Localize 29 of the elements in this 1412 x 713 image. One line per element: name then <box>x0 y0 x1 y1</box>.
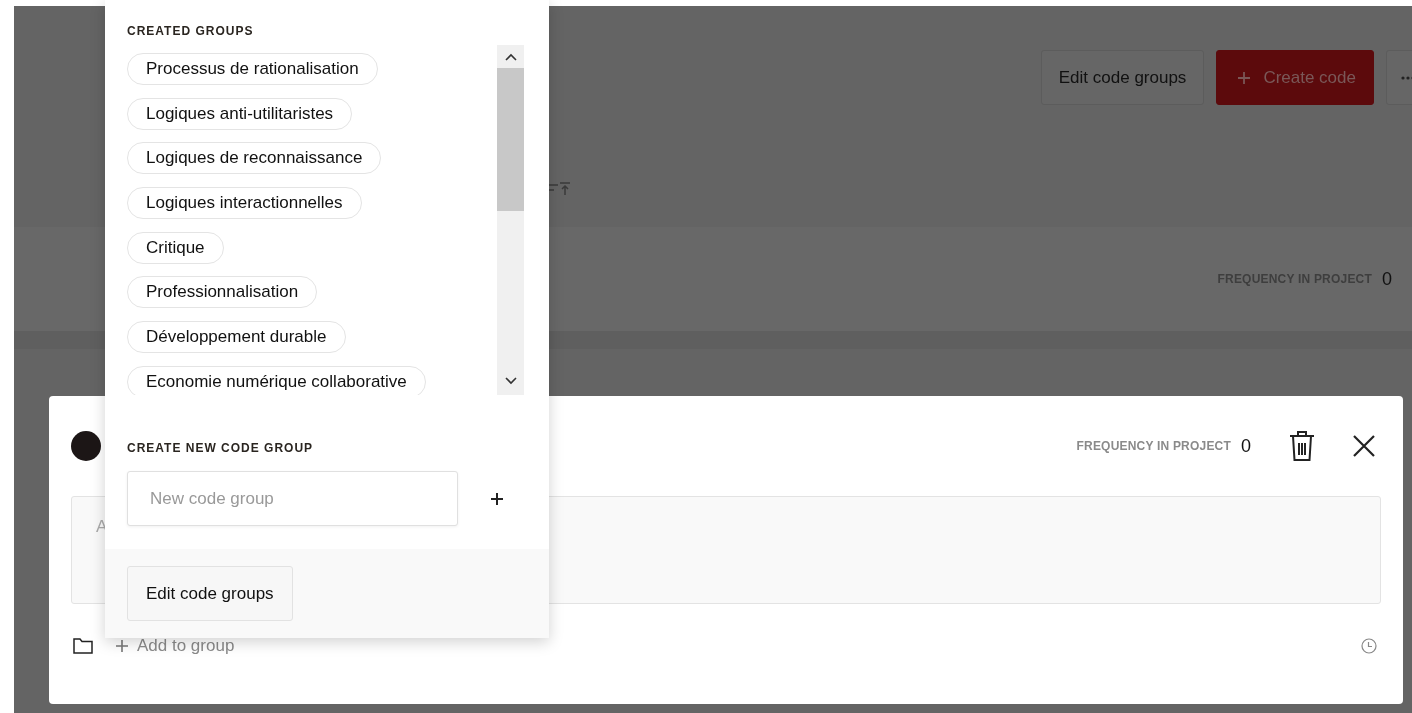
edit-code-groups-button[interactable]: Edit code groups <box>127 566 293 621</box>
add-icon[interactable] <box>490 491 504 506</box>
more-icon <box>1401 75 1412 80</box>
group-chip[interactable]: Professionnalisation <box>127 276 318 309</box>
clock-icon <box>1361 638 1377 654</box>
group-chip[interactable]: Développement durable <box>127 321 346 354</box>
code-color-dot[interactable] <box>71 431 101 461</box>
add-to-group-button[interactable]: Add to group <box>115 636 235 656</box>
group-chip[interactable]: Economie numérique collaborative <box>127 365 426 395</box>
plus-icon <box>115 639 129 653</box>
group-chip[interactable]: Processus de rationalisation <box>127 53 378 85</box>
close-icon[interactable] <box>1353 435 1375 457</box>
frequency-value: 0 <box>1382 268 1392 290</box>
sort-icon[interactable] <box>548 182 570 196</box>
section-title: CREATED GROUPS <box>127 24 255 38</box>
scrollbar[interactable] <box>497 45 524 395</box>
group-chip[interactable]: Logiques anti-utilitaristes <box>127 97 353 130</box>
scroll-down-icon[interactable] <box>504 377 517 385</box>
group-chip[interactable]: Critique <box>127 231 224 264</box>
section-title: CREATE NEW CODE GROUP <box>127 441 315 455</box>
scroll-up-icon[interactable] <box>504 53 517 61</box>
new-group-field[interactable]: New code group <box>127 471 458 526</box>
group-chip[interactable]: Logiques de reconnaissance <box>127 142 382 175</box>
frequency-label: FREQUENCY IN PROJECT <box>1076 439 1231 453</box>
folder-icon <box>73 638 93 654</box>
frequency-value: 0 <box>1241 435 1251 457</box>
trash-icon[interactable] <box>1289 430 1315 462</box>
group-chip[interactable]: Logiques interactionnelles <box>127 187 362 220</box>
plus-icon <box>1237 70 1252 85</box>
